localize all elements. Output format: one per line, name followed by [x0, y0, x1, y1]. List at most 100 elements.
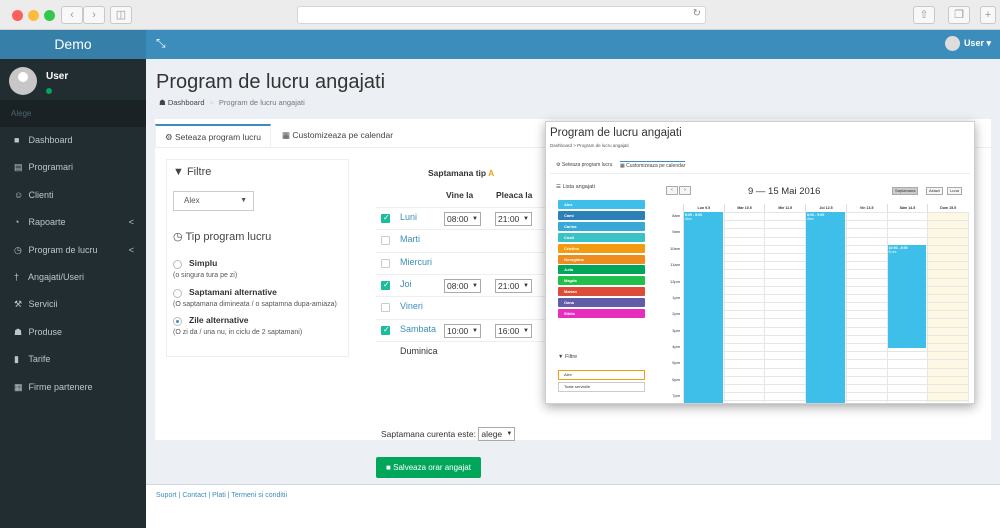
day-name[interactable]: Joi	[400, 279, 412, 289]
day-checkbox[interactable]	[381, 236, 390, 246]
tab-seteaza-program[interactable]: ⚙ Seteaza program lucru	[155, 124, 271, 147]
footer-links[interactable]: Suport | Contact | Plati | Termeni si co…	[156, 492, 287, 499]
chevron-down-icon: ▼	[523, 327, 529, 334]
employee-chip-label: Marian	[564, 289, 577, 295]
current-week-select[interactable]: alege ▼	[478, 427, 516, 441]
start-time-value: 10:00	[447, 325, 469, 336]
week-type-heading: Saptamana tip A	[428, 168, 494, 178]
tabs-icon[interactable]: ❐	[948, 6, 970, 24]
compress-icon[interactable]: ⤡	[156, 36, 166, 51]
home-icon: ☗	[159, 98, 166, 107]
sidebar-toggle-icon[interactable]: ◫	[110, 6, 132, 24]
end-time-select[interactable]: 16:00 ▼	[495, 323, 532, 338]
end-time-select[interactable]: 21:00 ▼	[495, 212, 532, 226]
end-time-select[interactable]: 21:00 ▼	[495, 278, 532, 293]
day-name[interactable]: Vineri	[400, 301, 423, 311]
employee-select[interactable]: Alex ▼	[173, 191, 254, 211]
sidebar-item-clienti[interactable]: ☺ Clienti	[0, 182, 146, 209]
calendar-event: 10:00 - 8:00 8 ore	[887, 244, 927, 348]
calendar-icon: ▦	[620, 163, 625, 169]
inset-service-filter-value: Toate serviciile	[564, 384, 591, 389]
sidebar-item-firme-partenere[interactable]: ▦ Firme partenere	[0, 374, 146, 401]
day-checkbox[interactable]	[381, 258, 390, 268]
address-bar[interactable]: ↻	[297, 6, 706, 24]
day-checkbox[interactable]	[381, 325, 390, 335]
browser-toolbar: ‹ › ◫ ↻ ⇧ ❐ +	[0, 0, 1000, 30]
calendar-day-header: Mie 11.5	[764, 204, 805, 212]
inset-employee-filter: Alex	[558, 370, 645, 380]
tab-customizeaza-calendar[interactable]: ▦ Customizeaza pe calendar	[273, 124, 402, 147]
avatar	[9, 67, 37, 95]
sidebar-item-dashboard[interactable]: ■ Dashboard	[0, 127, 146, 154]
start-time-select[interactable]: 08:00 ▼	[444, 278, 481, 293]
minimize-window-button[interactable]	[28, 10, 39, 21]
col-pleaca-la: Pleaca la	[496, 190, 533, 200]
maximize-window-button[interactable]	[44, 10, 55, 21]
inset-breadcrumb: Dashboard > Program de lucru angajati	[550, 143, 629, 148]
current-week-row: Saptamana curenta este: alege ▼	[381, 427, 516, 441]
sidebar-item-servicii[interactable]: ⚒ Servicii	[0, 291, 146, 318]
calendar-day-line	[927, 212, 929, 402]
breadcrumb-home[interactable]: Dashboard	[168, 98, 205, 107]
sidebar-item-tarife[interactable]: ▮ Tarife	[0, 346, 146, 373]
sidebar-item-angajati-useri[interactable]: † Angajati/Useri	[0, 264, 146, 291]
start-time-select[interactable]: 10:00 ▼	[444, 323, 481, 338]
calendar-hour-label: 12pm	[669, 278, 680, 284]
forward-icon[interactable]: ›	[83, 6, 105, 24]
sidebar-item-label: Clienti	[28, 189, 54, 200]
inset-tab-label: Customizeaza pe calendar	[626, 163, 686, 169]
calendar-hour-label: 10am	[669, 245, 680, 251]
radio-zile-alternative[interactable]	[173, 317, 182, 326]
brand-logo[interactable]: Demo	[0, 30, 146, 59]
today-column-highlight	[927, 212, 968, 402]
breadcrumb: ☗ Dashboard > Program de lucru angajati	[159, 98, 305, 107]
week-type-letter: A	[488, 168, 495, 178]
radio-simplu[interactable]	[173, 260, 182, 269]
sidebar-item-label: Program de lucru	[28, 244, 98, 255]
radio-simplu-desc: (o singura tura pe zi)	[173, 272, 238, 279]
close-window-button[interactable]	[12, 10, 23, 21]
new-tab-icon[interactable]: +	[980, 6, 996, 24]
employee-chip: Cristina	[558, 243, 645, 253]
day-name[interactable]: Luni	[400, 212, 417, 222]
breadcrumb-current: Program de lucru angajati	[218, 98, 305, 107]
employee-chip: Georgiana	[558, 254, 645, 264]
employee-chip: Cami	[558, 210, 645, 220]
chevron-down-icon: ▼	[472, 327, 478, 334]
user-menu[interactable]: User ▾	[944, 36, 991, 51]
employee-chip: Julia	[558, 265, 645, 275]
share-icon[interactable]: ⇧	[913, 6, 935, 24]
employee-chip: Carina	[558, 221, 645, 231]
calendar-day-line	[845, 212, 847, 402]
chevron-left-icon: <	[128, 244, 134, 255]
start-time-select[interactable]: 08:00 ▼	[444, 212, 481, 226]
day-checkbox[interactable]	[381, 280, 390, 290]
sidebar-item-label: Tarife	[28, 354, 51, 365]
radio-saptamani-alternative[interactable]	[173, 289, 182, 298]
sidebar-item-rapoarte[interactable]: ◔ Rapoarte <	[0, 209, 146, 236]
sidebar-item-produse[interactable]: ☗ Produse	[0, 319, 146, 346]
day-name: Duminica	[400, 345, 438, 356]
col-vine-la: Vine la	[446, 190, 474, 200]
event-subtitle: Alex	[807, 217, 814, 221]
back-icon[interactable]: ‹	[61, 6, 83, 24]
inset-service-filter: Toate serviciile	[558, 382, 645, 392]
calendar-hour-label: 2pm	[672, 311, 680, 317]
calendar-hour-label: 8am	[672, 213, 680, 218]
reload-icon[interactable]: ↻	[693, 8, 701, 19]
day-checkbox[interactable]	[381, 303, 390, 313]
day-name[interactable]: Marti	[400, 234, 420, 244]
sidebar-item-label: Firme partenere	[28, 381, 93, 392]
day-name[interactable]: Sambata	[400, 324, 436, 334]
sidebar-item-program-de-lucru[interactable]: ◷ Program de lucru <	[0, 237, 146, 264]
sidebar-header: Alege	[0, 100, 146, 127]
radio-saptamani-label: Saptamani alternative	[189, 287, 277, 297]
save-schedule-button[interactable]: ■ Salveaza orar angajat	[376, 457, 481, 478]
day-name[interactable]: Miercuri	[400, 257, 432, 267]
start-time-value: 08:00	[447, 280, 469, 291]
calendar-day-line	[968, 212, 969, 402]
day-checkbox[interactable]	[381, 213, 390, 223]
sidebar-item-programari[interactable]: ▤ Programari	[0, 154, 146, 181]
users-icon: ☺	[14, 189, 24, 200]
tip-program-heading: ◷ Tip program lucru	[173, 230, 271, 243]
